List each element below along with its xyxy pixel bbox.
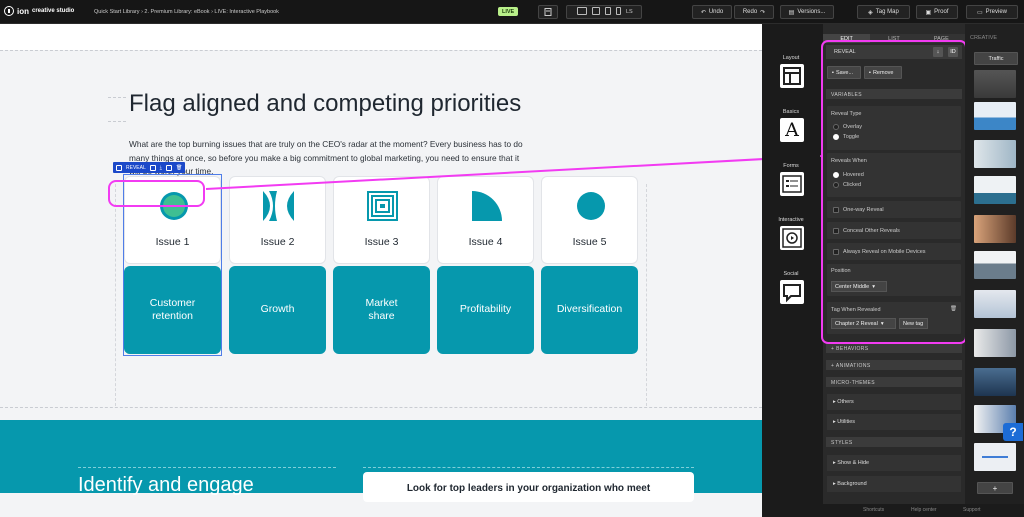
radio-hovered[interactable] — [833, 172, 839, 178]
library-item-interactive[interactable]: Interactive — [762, 217, 820, 223]
download-icon[interactable]: ↓ — [933, 47, 943, 57]
help-center-link[interactable]: Help center — [911, 507, 937, 513]
chevron-down-icon: ▾ — [872, 284, 876, 290]
creative-filter-select[interactable]: Traffic — [974, 52, 1018, 65]
caret-right-icon: ▸ — [833, 460, 836, 466]
library-item-layout[interactable]: Layout — [762, 55, 820, 61]
library-item-social[interactable]: Social — [762, 271, 820, 277]
position-label: Position — [831, 268, 851, 274]
one-way-reveal-checkbox[interactable] — [833, 207, 839, 213]
library-item-forms[interactable]: Forms — [762, 163, 820, 169]
caret-right-icon: ▸ — [833, 419, 836, 425]
radio-clicked[interactable] — [833, 182, 839, 188]
radio-toggle[interactable] — [833, 134, 839, 140]
utilities-section[interactable]: ▸ Utilities — [827, 414, 961, 430]
position-select[interactable]: Center Middle ▾ — [831, 281, 887, 292]
conceal-others-checkbox[interactable] — [833, 228, 839, 234]
reveals-when-label: Reveals When — [831, 158, 867, 164]
variables-header[interactable]: VARIABLES — [826, 89, 962, 99]
panel-tabs: EDIT LIST PAGE — [823, 34, 965, 43]
creative-thumbnail[interactable] — [974, 290, 1016, 318]
animations-header[interactable]: + ANIMATIONS — [826, 360, 962, 370]
creative-thumbnail[interactable] — [974, 176, 1016, 204]
option-toggle[interactable]: Toggle — [843, 134, 859, 140]
creative-thumbnail[interactable] — [974, 368, 1016, 396]
chevron-down-icon: ▾ — [880, 321, 884, 327]
library-item-basics[interactable]: Basics — [762, 109, 820, 115]
support-link[interactable]: Support — [963, 507, 981, 513]
option-overlay[interactable]: Overlay — [843, 124, 862, 130]
tag-label: Tag When Revealed — [831, 307, 881, 313]
always-reveal-checkbox[interactable] — [833, 249, 839, 255]
tab-edit[interactable]: EDIT — [823, 34, 871, 43]
conceal-others-label[interactable]: Conceal Other Reveals — [843, 228, 900, 234]
creative-thumbnail[interactable] — [974, 329, 1016, 357]
new-tag-button[interactable]: New tag — [899, 318, 928, 329]
tab-page[interactable]: PAGE — [917, 34, 965, 43]
interactive-icon[interactable] — [780, 226, 804, 250]
creative-thumbnail[interactable] — [974, 443, 1016, 471]
always-reveal-label[interactable]: Always Reveal on Mobile Devices — [843, 249, 926, 255]
save-button[interactable]: ▪ Save... — [827, 66, 861, 79]
creative-thumbnail[interactable] — [974, 140, 1016, 168]
behaviors-header[interactable]: + BEHAVIORS — [826, 343, 962, 353]
save-icon: ▪ — [832, 69, 834, 76]
show-hide-section[interactable]: ▸ Show & Hide — [827, 455, 961, 471]
tab-list[interactable]: LIST — [870, 34, 918, 43]
one-way-reveal-label[interactable]: One-way Reveal — [843, 207, 884, 213]
id-button[interactable]: ID — [948, 47, 958, 57]
shortcuts-link[interactable]: Shortcuts — [863, 507, 884, 513]
others-section[interactable]: ▸ Others — [827, 394, 961, 410]
tab-creative[interactable]: CREATIVE — [970, 35, 997, 41]
creative-thumbnail[interactable] — [974, 70, 1016, 98]
caret-right-icon: ▸ — [833, 399, 836, 405]
tag-select[interactable]: Chapter 2 Reveal ▾ — [831, 318, 896, 329]
option-hovered[interactable]: Hovered — [843, 172, 864, 178]
background-section[interactable]: ▸ Background — [827, 476, 961, 492]
text-icon[interactable]: A — [780, 118, 804, 142]
radio-overlay[interactable] — [833, 124, 839, 130]
creative-thumbnail[interactable] — [974, 215, 1016, 243]
creative-thumbnail[interactable] — [974, 251, 1016, 279]
reveal-type-label: Reveal Type — [831, 111, 862, 117]
add-creative-button[interactable]: + — [977, 482, 1013, 494]
help-icon[interactable]: ? — [1003, 423, 1023, 441]
trash-icon[interactable]: 🗑 — [950, 306, 957, 312]
option-clicked[interactable]: Clicked — [843, 182, 861, 188]
status-bar: Shortcuts Help center Support — [823, 504, 1024, 517]
creative-thumbnail[interactable] — [974, 102, 1016, 130]
form-icon[interactable] — [780, 172, 804, 196]
remove-button[interactable]: ▪ Remove — [864, 66, 902, 79]
micro-themes-header[interactable]: MICRO-THEMES — [826, 377, 962, 387]
social-icon[interactable] — [780, 280, 804, 304]
trash-icon: ▪ — [869, 69, 871, 76]
layout-icon[interactable] — [780, 64, 804, 88]
caret-right-icon: ▸ — [833, 481, 836, 487]
styles-header[interactable]: STYLES — [826, 437, 962, 447]
